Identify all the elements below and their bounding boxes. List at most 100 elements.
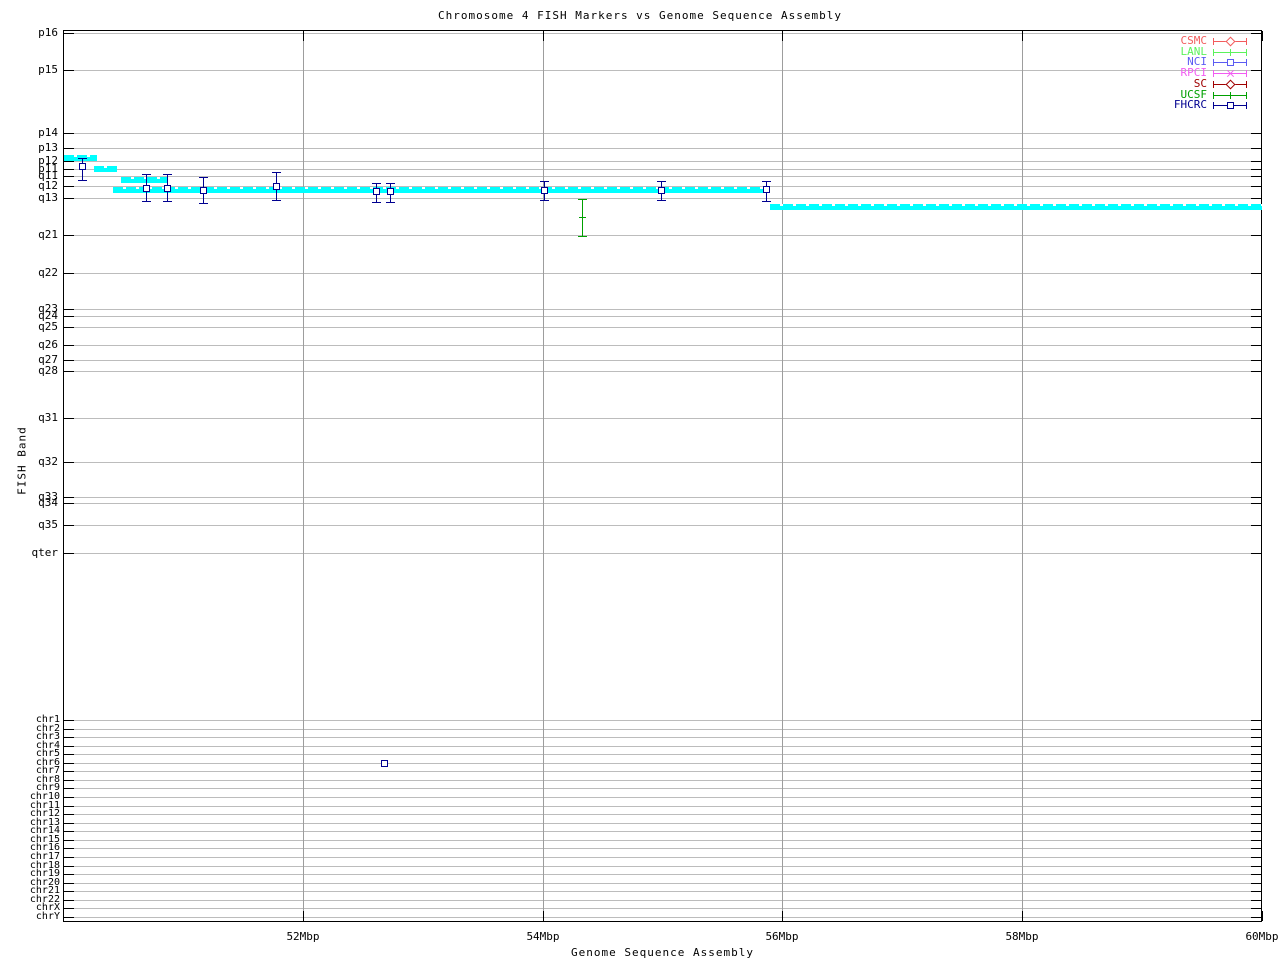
ucsf-point-errorbar-cap — [578, 236, 587, 237]
y-tick-left — [64, 198, 74, 199]
legend-sample-cap — [1213, 92, 1214, 99]
chr-gridline — [64, 883, 1261, 884]
y-tick-right — [1251, 33, 1261, 34]
y-tick-left — [64, 235, 74, 236]
fhcrc-point-errorbar-cap — [657, 181, 666, 182]
y-tick-left — [64, 883, 74, 884]
x-tick-top — [1022, 31, 1023, 41]
y-tick-left — [64, 848, 74, 849]
y-tick-right — [1251, 327, 1261, 328]
x-tick-bottom — [1022, 911, 1023, 921]
y-axis-label-q13: q13 — [38, 191, 58, 204]
y-tick-right — [1251, 857, 1261, 858]
chr-gridline — [64, 857, 1261, 858]
band-gridline — [64, 309, 1261, 310]
y-tick-left — [64, 273, 74, 274]
y-axis-label-p14: p14 — [38, 126, 58, 139]
chr-gridline — [64, 780, 1261, 781]
y-tick-left — [64, 831, 74, 832]
y-tick-right — [1251, 883, 1261, 884]
chr-gridline — [64, 917, 1261, 918]
y-tick-left — [64, 360, 74, 361]
legend-sample-cap — [1246, 70, 1247, 77]
fhcrc-point-errorbar-cap — [78, 180, 87, 181]
chr-gridline — [64, 720, 1261, 721]
chr-gridline — [64, 806, 1261, 807]
band-gridline — [64, 345, 1261, 346]
y-tick-left — [64, 857, 74, 858]
band-gridline — [64, 525, 1261, 526]
fhcrc-chr-hit-square-marker — [381, 760, 388, 767]
band-gridline — [64, 371, 1261, 372]
y-axis-label-q25: q25 — [38, 320, 58, 333]
y-tick-left — [64, 327, 74, 328]
y-tick-left — [64, 497, 74, 498]
band-gridline — [64, 273, 1261, 274]
y-axis-label-q22: q22 — [38, 266, 58, 279]
fish-markers-chart: Chromosome 4 FISH Markers vs Genome Sequ… — [0, 0, 1280, 960]
chr-gridline — [64, 797, 1261, 798]
y-tick-right — [1251, 771, 1261, 772]
y-tick-right — [1251, 418, 1261, 419]
y-tick-left — [64, 771, 74, 772]
band-gridline — [64, 198, 1261, 199]
y-axis-label-qter: qter — [31, 546, 59, 559]
x-axis-tick-label: 54Mbp — [526, 930, 560, 943]
y-tick-right — [1251, 729, 1261, 730]
y-tick-right — [1251, 176, 1261, 177]
y-tick-left — [64, 33, 74, 34]
y-tick-right — [1251, 169, 1261, 170]
y-tick-left — [64, 806, 74, 807]
y-tick-left — [64, 553, 74, 554]
y-tick-left — [64, 908, 74, 909]
y-tick-right — [1251, 823, 1261, 824]
legend-sample-cap — [1246, 59, 1247, 66]
fhcrc-point-errorbar-cap — [657, 200, 666, 201]
chr-gridline — [64, 754, 1261, 755]
chr-gridline — [64, 746, 1261, 747]
band-gridline — [64, 360, 1261, 361]
x-tick-bottom — [543, 911, 544, 921]
y-tick-right — [1251, 754, 1261, 755]
fhcrc-point-errorbar-cap — [142, 201, 151, 202]
chr-gridline — [64, 823, 1261, 824]
y-tick-right — [1251, 900, 1261, 901]
band-gridline — [64, 148, 1261, 149]
legend-label-FHCRC: FHCRC — [1173, 98, 1207, 111]
y-tick-left — [64, 746, 74, 747]
y-tick-left — [64, 418, 74, 419]
x-tick-top — [303, 31, 304, 41]
fhcrc-point-square-marker — [373, 188, 380, 195]
y-tick-left — [64, 148, 74, 149]
y-tick-left — [64, 176, 74, 177]
y-tick-right — [1251, 866, 1261, 867]
fhcrc-point-square-marker — [763, 186, 770, 193]
fhcrc-point-square-marker — [387, 188, 394, 195]
y-tick-right — [1251, 497, 1261, 498]
fhcrc-point-square-marker — [164, 185, 171, 192]
legend-sample-cap — [1246, 81, 1247, 88]
x-gridline — [303, 31, 304, 921]
legend-sample-cap — [1246, 38, 1247, 45]
fhcrc-point-square-marker — [273, 183, 280, 190]
chr-gridline — [64, 848, 1261, 849]
fhcrc-point-errorbar-cap — [372, 183, 381, 184]
y-tick-left — [64, 503, 74, 504]
chr-gridline — [64, 771, 1261, 772]
chr-gridline — [64, 908, 1261, 909]
y-axis-label-p13: p13 — [38, 141, 58, 154]
y-axis-label-q12: q12 — [38, 179, 58, 192]
chr-gridline — [64, 900, 1261, 901]
y-tick-left — [64, 371, 74, 372]
y-tick-right — [1251, 814, 1261, 815]
y-tick-right — [1251, 161, 1261, 162]
band-gridline — [64, 169, 1261, 170]
legend-sample-cap — [1213, 59, 1214, 66]
y-axis-label-q34: q34 — [38, 496, 58, 509]
legend-sample-cap — [1246, 102, 1247, 109]
y-tick-right — [1251, 70, 1261, 71]
band-gridline — [64, 161, 1261, 162]
fhcrc-point-square-marker — [79, 163, 86, 170]
y-tick-left — [64, 866, 74, 867]
y-tick-right — [1251, 746, 1261, 747]
